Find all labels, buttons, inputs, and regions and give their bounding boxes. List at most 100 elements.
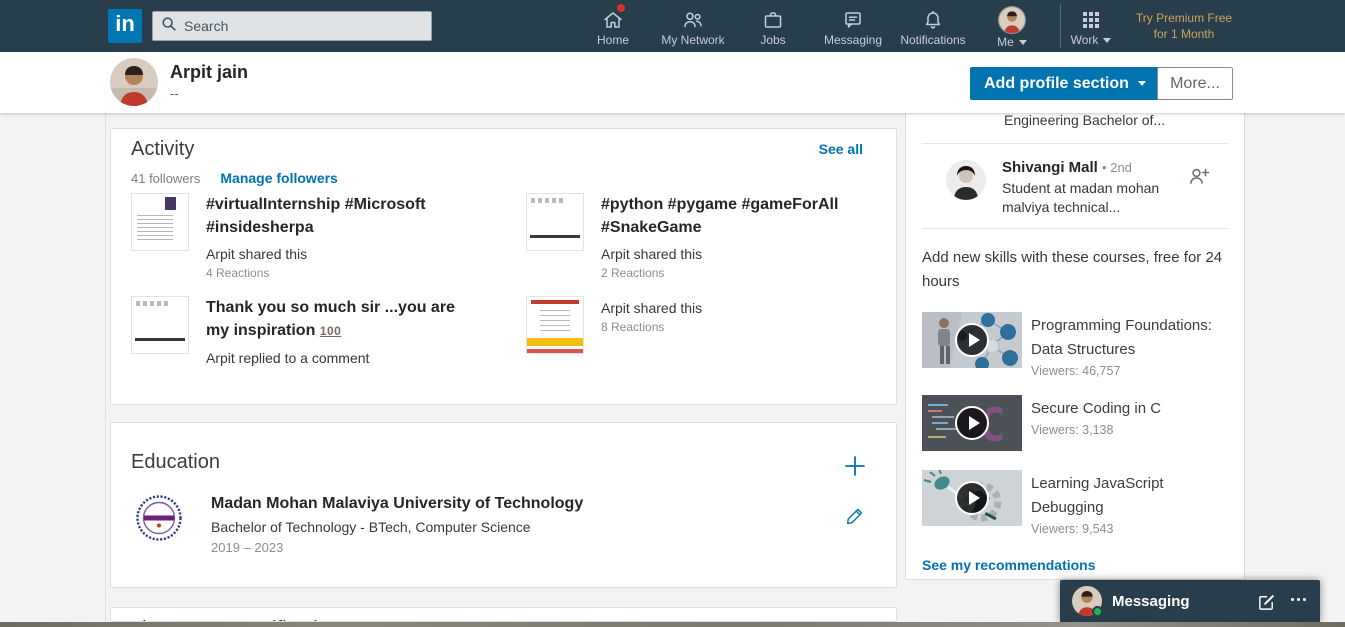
course-viewers: Viewers: 46,757 (1031, 364, 1221, 378)
see-recommendations-link[interactable]: See my recommendations (922, 557, 1096, 573)
clipped-entry-text: Engineering Bachelor of... (1004, 112, 1165, 128)
search-icon (161, 16, 177, 37)
add-profile-section-label: Add profile section (984, 75, 1129, 93)
suggested-person-headline: Student at madan mohan malviya technical… (1002, 179, 1167, 217)
course-thumbnail[interactable] (922, 470, 1022, 526)
education-entry[interactable]: Madan Mohan Malaviya University of Techn… (136, 495, 583, 555)
nav-messaging[interactable]: Messaging (813, 0, 893, 52)
connect-button[interactable] (1186, 163, 1212, 192)
course-viewers: Viewers: 3,138 (1031, 423, 1221, 437)
chevron-down-icon (1019, 40, 1027, 45)
manage-followers-link[interactable]: Manage followers (220, 170, 337, 186)
bottom-edge-strip (0, 622, 1345, 627)
global-search[interactable] (152, 11, 432, 41)
add-profile-section-button[interactable]: Add profile section (970, 67, 1160, 100)
divider (922, 228, 1228, 229)
post-reactions: 2 Reactions (601, 266, 851, 280)
add-education-button[interactable] (842, 453, 868, 482)
course-item[interactable]: C Secure Coding in C Viewers: 3,138 (922, 395, 1221, 451)
nav-my-network-label: My Network (661, 33, 724, 47)
top-navigation-bar: in Home (0, 0, 1345, 52)
suggested-person-avatar[interactable] (946, 160, 986, 200)
profile-header-bar: Arpit jain -- Add profile section More..… (0, 52, 1345, 113)
nav-me-label: Me (997, 35, 1014, 49)
course-thumbnail[interactable]: C (922, 395, 1022, 451)
linkedin-profile-page: in Home (0, 0, 1345, 627)
course-item[interactable]: Programming Foundations: Data Structures… (922, 312, 1221, 378)
try-premium-link[interactable]: Try Premium Free for 1 Month (1126, 10, 1242, 42)
activity-card: Activity 41 followers Manage followers S… (110, 128, 897, 405)
post-title: Thank you so much sir ...you are my insp… (206, 296, 468, 343)
activity-post[interactable]: Arpit shared this 8 Reactions (526, 296, 851, 354)
activity-post[interactable]: #python #pygame #gameForAll #SnakeGame A… (526, 193, 851, 280)
activity-post[interactable]: #virtualInternship #Microsoft #insideshe… (131, 193, 468, 280)
edit-education-button[interactable] (844, 505, 866, 530)
home-notification-badge (616, 3, 626, 13)
nav-notifications[interactable]: Notifications (893, 0, 973, 52)
education-years: 2019 – 2023 (211, 540, 583, 555)
education-card: Education Madan Mohan Malaviya Universit… (110, 422, 897, 588)
compose-icon (1257, 599, 1276, 614)
nav-my-network[interactable]: My Network (653, 0, 733, 52)
right-rail: Engineering Bachelor of... Shivangi Mall… (905, 113, 1245, 580)
play-icon (955, 481, 989, 515)
profile-name: Arpit jain (170, 62, 248, 83)
add-person-icon (1186, 177, 1212, 192)
jobs-icon (761, 8, 785, 32)
connection-degree: 2nd (1110, 160, 1132, 175)
messaging-dock[interactable]: Messaging (1060, 580, 1320, 622)
messaging-icon (841, 8, 865, 32)
course-title: Learning JavaScript Debugging (1031, 472, 1221, 520)
nav-jobs[interactable]: Jobs (733, 0, 813, 52)
play-icon (955, 323, 989, 357)
activity-post[interactable]: Thank you so much sir ...you are my insp… (131, 296, 468, 366)
hundred-emoji: 100 (320, 324, 342, 338)
courses-header: Add new skills with these courses, free … (922, 246, 1227, 294)
school-name: Madan Mohan Malaviya University of Techn… (211, 495, 583, 513)
post-thumbnail[interactable] (131, 193, 189, 251)
messaging-dock-label: Messaging (1112, 593, 1190, 610)
course-thumbnail[interactable] (922, 312, 1022, 368)
course-item[interactable]: Learning JavaScript Debugging Viewers: 9… (922, 470, 1221, 536)
more-button[interactable]: More... (1157, 67, 1233, 100)
degree-name: Bachelor of Technology - BTech, Computer… (211, 519, 583, 535)
followers-count: 41 followers (131, 171, 200, 186)
nav-home[interactable]: Home (573, 0, 653, 52)
licenses-card: Licenses & Certifications (110, 607, 897, 622)
nav-messaging-label: Messaging (824, 33, 882, 47)
search-input[interactable] (184, 18, 423, 34)
post-action: Arpit shared this (601, 246, 851, 262)
pencil-icon (844, 515, 866, 530)
post-action: Arpit replied to a comment (206, 350, 468, 366)
education-title: Education (131, 451, 220, 474)
nav-work[interactable]: Work (1051, 0, 1131, 52)
profile-headline: -- (170, 86, 179, 101)
work-grid-icon (1079, 8, 1103, 32)
linkedin-logo[interactable]: in (108, 9, 142, 43)
course-title: Secure Coding in C (1031, 397, 1221, 421)
post-thumbnail[interactable] (526, 193, 584, 251)
course-viewers: Viewers: 9,543 (1031, 522, 1221, 536)
my-network-icon (681, 8, 705, 32)
see-all-link[interactable]: See all (819, 141, 863, 157)
activity-title: Activity (131, 138, 194, 161)
plus-icon (842, 467, 868, 482)
post-reactions: 8 Reactions (601, 320, 851, 334)
profile-avatar[interactable] (110, 58, 158, 106)
chevron-down-icon (1138, 81, 1146, 86)
nav-menu: Home My Network Jobs (573, 0, 973, 52)
nav-work-label: Work (1071, 33, 1099, 47)
nav-notifications-label: Notifications (900, 33, 965, 47)
post-thumbnail[interactable] (526, 296, 584, 354)
play-icon (955, 406, 989, 440)
suggested-person-name[interactable]: Shivangi Mall (1002, 159, 1098, 176)
post-action: Arpit shared this (206, 246, 468, 262)
compose-message-button[interactable] (1257, 592, 1276, 614)
premium-line2: for 1 Month (1126, 26, 1242, 42)
post-thumbnail[interactable] (131, 296, 189, 354)
chevron-down-icon (1103, 38, 1111, 43)
nav-me[interactable]: Me (972, 0, 1052, 52)
messaging-overflow-button[interactable] (1291, 598, 1306, 601)
university-logo (136, 495, 182, 541)
course-title: Programming Foundations: Data Structures (1031, 314, 1221, 362)
